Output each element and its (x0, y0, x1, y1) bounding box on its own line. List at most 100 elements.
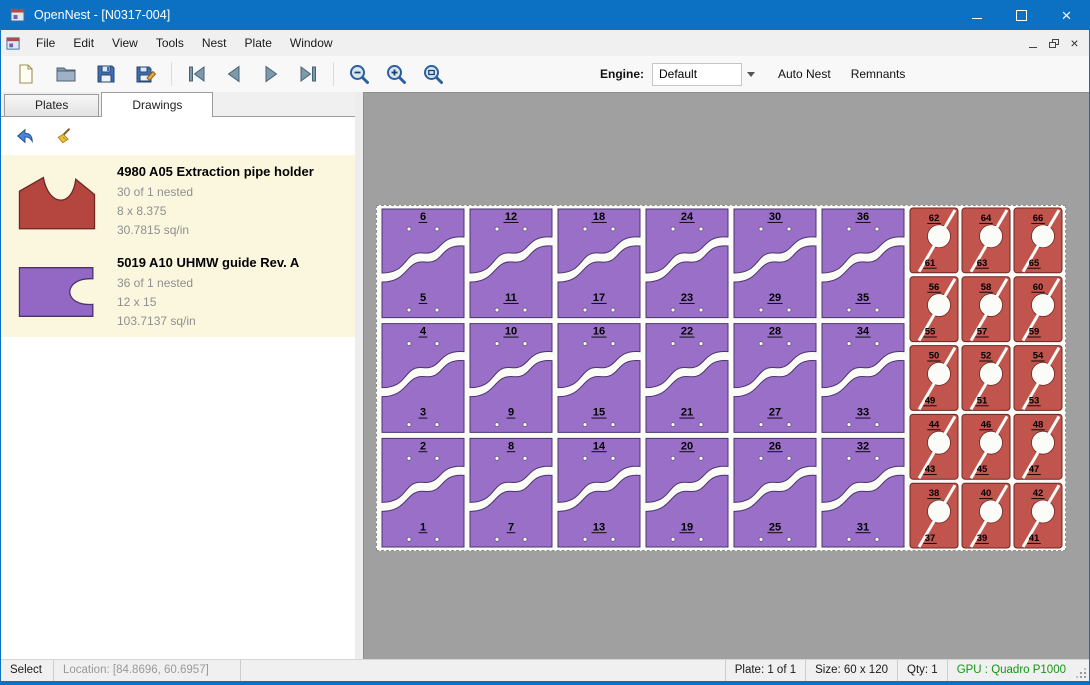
nested-part-pair[interactable]: 5049 (910, 346, 958, 411)
nested-part-pair[interactable]: 4645 (962, 414, 1010, 479)
nested-part-pair[interactable]: 1817 (558, 209, 640, 318)
resize-grip[interactable] (1075, 660, 1089, 681)
zoom-in-button[interactable] (379, 59, 413, 89)
nested-part-pair[interactable]: 6261 (910, 208, 958, 273)
menu-window[interactable]: Window (281, 30, 342, 56)
nested-part-pair[interactable]: 64 63 (962, 208, 1010, 273)
nested-part-pair[interactable]: 4847 (1014, 414, 1062, 479)
nested-part-pair[interactable]: 1211 (470, 209, 552, 318)
nav-prev-button[interactable] (217, 59, 251, 89)
mdi-minimize-button[interactable] (1022, 34, 1043, 52)
svg-text:26: 26 (769, 440, 781, 452)
nested-part-pair[interactable]: 43 (382, 324, 464, 433)
svg-text:15: 15 (593, 407, 605, 419)
save-button[interactable] (89, 59, 123, 89)
tab-drawings[interactable]: Drawings (101, 92, 213, 117)
clear-drawings-button[interactable] (49, 122, 81, 150)
mdi-close-button[interactable]: × (1064, 34, 1085, 52)
toolbar-separator (171, 62, 172, 86)
drawing-item-uhmw-guide[interactable]: 5019 A10 UHMW guide Rev. A 36 of 1 neste… (1, 246, 355, 337)
nested-part-pair[interactable]: 3635 (822, 209, 904, 318)
save-as-button[interactable] (129, 59, 163, 89)
nested-part-pair[interactable]: 87 (470, 438, 552, 547)
nested-part-pair[interactable]: 21 (382, 438, 464, 547)
menu-file[interactable]: File (27, 30, 64, 56)
zoom-out-button[interactable] (342, 59, 376, 89)
svg-text:63: 63 (977, 258, 988, 269)
nav-first-button[interactable] (180, 59, 214, 89)
close-button[interactable]: × (1044, 0, 1089, 30)
svg-text:27: 27 (769, 407, 781, 419)
nested-part-pair[interactable]: 1615 (558, 324, 640, 433)
remnants-button[interactable]: Remnants (841, 59, 916, 89)
tab-plates[interactable]: Plates (4, 94, 99, 116)
drawing-area: 103.7137 sq/in (117, 312, 299, 331)
svg-text:34: 34 (857, 326, 870, 338)
document-icon[interactable] (6, 36, 21, 51)
drawing-item-extraction-pipe-holder[interactable]: 4980 A05 Extraction pipe holder 30 of 1 … (1, 155, 355, 246)
nested-part-pair[interactable]: 6665 (1014, 208, 1062, 273)
minimize-button[interactable] (954, 0, 999, 30)
status-qty: Qty: 1 (897, 660, 947, 681)
auto-nest-button[interactable]: Auto Nest (768, 59, 841, 89)
svg-text:14: 14 (593, 440, 606, 452)
nested-part-pair[interactable]: 1413 (558, 438, 640, 547)
status-mode: Select (1, 660, 53, 681)
zoom-fit-button[interactable] (416, 59, 450, 89)
nested-part-pair[interactable]: 3029 (734, 209, 816, 318)
open-button[interactable] (49, 59, 83, 89)
mdi-restore-button[interactable] (1043, 34, 1064, 52)
maximize-button[interactable] (999, 0, 1044, 30)
nested-part-pair[interactable]: 2019 (646, 438, 728, 547)
svg-text:33: 33 (857, 407, 869, 419)
nested-part-pair[interactable]: 5251 (962, 346, 1010, 411)
nested-part-pair[interactable]: 2625 (734, 438, 816, 547)
nested-part-pair[interactable]: 5655 (910, 277, 958, 342)
return-part-button[interactable] (9, 122, 41, 150)
menu-edit[interactable]: Edit (64, 30, 103, 56)
nest-canvas[interactable]: 6512111817242330293635 43 10 9 16152221 28 27 3… (363, 92, 1089, 660)
nested-part-pair[interactable]: 28 27 (734, 324, 816, 433)
next-plate-icon (259, 62, 283, 86)
svg-text:9: 9 (508, 407, 514, 419)
engine-select[interactable]: Default (652, 63, 742, 86)
nested-part-pair[interactable]: 4039 (962, 483, 1010, 548)
nav-last-button[interactable] (291, 59, 325, 89)
menu-nest[interactable]: Nest (193, 30, 236, 56)
nested-part-pair[interactable]: 5453 (1014, 346, 1062, 411)
svg-text:28: 28 (769, 326, 781, 338)
nested-part-pair[interactable]: 4443 (910, 414, 958, 479)
menu-view[interactable]: View (103, 30, 147, 56)
nested-part-pair[interactable]: 10 9 (470, 324, 552, 433)
nav-next-button[interactable] (254, 59, 288, 89)
nested-part-pair[interactable]: 4241 (1014, 483, 1062, 548)
svg-text:64: 64 (981, 213, 992, 224)
nested-part-pair[interactable]: 34 33 (822, 324, 904, 433)
svg-text:18: 18 (593, 211, 605, 223)
plate[interactable]: 6512111817242330293635 43 10 9 16152221 28 27 3… (376, 205, 1066, 551)
nested-part-pair[interactable]: 65 (382, 209, 464, 318)
svg-text:52: 52 (981, 351, 992, 362)
broom-icon (55, 126, 75, 146)
nested-part-pair[interactable]: 2423 (646, 209, 728, 318)
new-button[interactable] (9, 59, 43, 89)
nested-part-pair[interactable]: 6059 (1014, 277, 1062, 342)
nested-part-pair[interactable]: 5857 (962, 277, 1010, 342)
svg-text:29: 29 (769, 292, 781, 304)
status-location: Location: [84.8696, 60.6957] (53, 660, 240, 681)
drawings-toolbar (1, 117, 355, 155)
nested-part-pair[interactable]: 2221 (646, 324, 728, 433)
svg-text:38: 38 (929, 488, 940, 499)
nested-part-pair[interactable]: 3231 (822, 438, 904, 547)
svg-text:10: 10 (505, 326, 517, 338)
panel-splitter[interactable] (355, 92, 363, 660)
drawing-area: 30.7815 sq/in (117, 221, 314, 240)
menu-plate[interactable]: Plate (236, 30, 281, 56)
close-icon: × (1062, 7, 1072, 24)
svg-text:42: 42 (1033, 488, 1044, 499)
nested-part-pair[interactable]: 3837 (910, 483, 958, 548)
drawing-title: 4980 A05 Extraction pipe holder (117, 164, 314, 179)
svg-text:45: 45 (977, 464, 988, 475)
menu-tools[interactable]: Tools (147, 30, 193, 56)
new-file-icon (14, 62, 38, 86)
